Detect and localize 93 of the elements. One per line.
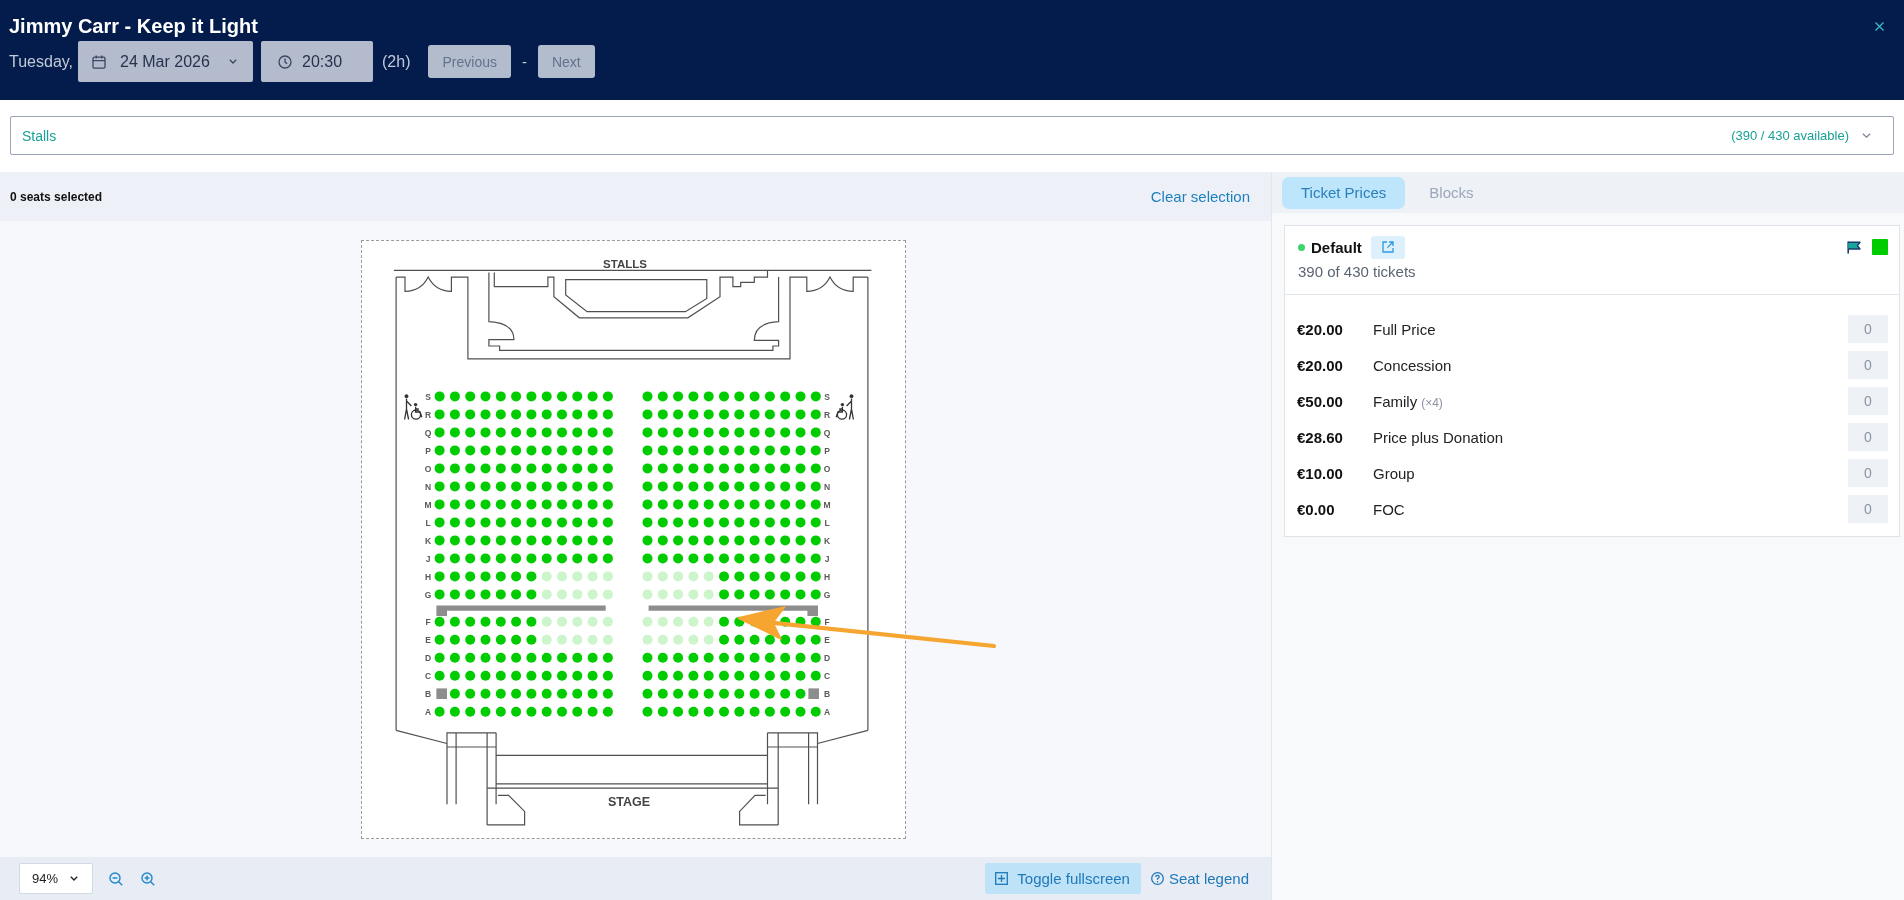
- row-label: G: [424, 589, 432, 600]
- price-amount: €20.00: [1297, 320, 1344, 338]
- quantity-field[interactable]: 0: [1848, 351, 1888, 379]
- tab[interactable]: Ticket Prices: [1282, 176, 1406, 209]
- row-label: R: [823, 409, 831, 420]
- price-multiplier: (×4): [1421, 395, 1443, 410]
- row-label: N: [424, 481, 432, 492]
- zoom-out-icon: [109, 871, 123, 886]
- row-label: B: [823, 688, 831, 699]
- row-label: K: [424, 535, 432, 546]
- quantity-field[interactable]: 0: [1848, 315, 1888, 343]
- price-amount: €20.00: [1297, 356, 1344, 374]
- row-label: F: [824, 616, 830, 627]
- row-label: Q: [823, 427, 831, 438]
- row-label: A: [823, 706, 831, 717]
- row-label: J: [425, 553, 431, 564]
- row-label: D: [424, 652, 432, 663]
- row-label: P: [824, 445, 830, 456]
- row-label: A: [424, 706, 432, 717]
- price-name: FOC: [1373, 500, 1405, 518]
- row-label: C: [424, 670, 432, 681]
- price-amount: €10.00: [1297, 464, 1344, 482]
- duration-label: (2h): [382, 52, 411, 71]
- row-label: S: [425, 391, 431, 402]
- help-icon: [1150, 872, 1164, 885]
- next-button[interactable]: Next: [537, 45, 595, 78]
- fullscreen-button[interactable]: Toggle fullscreen: [985, 863, 1141, 894]
- price-amount: €0.00: [1297, 500, 1336, 518]
- wheelchair-icon: [403, 393, 423, 420]
- price-name: Concession: [1373, 356, 1452, 374]
- row-label: R: [424, 409, 432, 420]
- close-button[interactable]: [1874, 20, 1885, 32]
- price-amount: €50.00: [1297, 392, 1344, 410]
- external-link-icon: [1381, 241, 1394, 253]
- open-link-button[interactable]: [1370, 235, 1405, 259]
- row-label: O: [424, 463, 432, 474]
- chevron-down-icon: [70, 876, 78, 881]
- quantity-field[interactable]: 0: [1848, 387, 1888, 415]
- zoom-in-button[interactable]: [140, 870, 156, 887]
- stage-label: STAGE: [607, 794, 651, 809]
- quantity-field[interactable]: 0: [1848, 423, 1888, 451]
- row-label: C: [823, 670, 831, 681]
- zoom-out-button[interactable]: [108, 870, 124, 887]
- chevron-down-icon: [229, 59, 238, 64]
- map-title: STALLS: [603, 257, 647, 269]
- row-label: H: [424, 571, 432, 582]
- zoom-select[interactable]: 94%: [19, 863, 93, 894]
- fullscreen-icon: [995, 872, 1009, 885]
- price-name: Group: [1373, 464, 1415, 482]
- row-label: G: [823, 589, 831, 600]
- time-picker[interactable]: 20:30: [261, 41, 374, 82]
- zoom-in-icon: [141, 871, 155, 886]
- chevron-down-icon: [1862, 133, 1871, 138]
- row-label: O: [823, 463, 831, 474]
- row-label: Q: [424, 427, 432, 438]
- wheelchair-icon: [835, 393, 855, 420]
- price-name: Full Price: [1373, 320, 1436, 338]
- close-icon: [1875, 21, 1884, 31]
- area-dropdown[interactable]: Stalls (390 / 430 available): [10, 116, 1894, 155]
- row-label: H: [823, 571, 831, 582]
- price-name: Price plus Donation: [1373, 428, 1504, 446]
- row-label: S: [824, 391, 830, 402]
- row-label: E: [425, 634, 431, 645]
- price-band-name: Default: [1311, 238, 1362, 256]
- row-label: K: [823, 535, 831, 546]
- row-label: N: [823, 481, 831, 492]
- separator-text: -: [521, 53, 527, 70]
- date-picker[interactable]: 24 Mar 2026: [78, 41, 254, 82]
- price-amount: €28.60: [1297, 428, 1344, 446]
- event-title: Jimmy Carr - Keep it Light: [9, 14, 258, 38]
- row-label: P: [425, 445, 431, 456]
- row-label: E: [824, 634, 830, 645]
- ticket-count: 390 of 430 tickets: [1298, 262, 1417, 282]
- row-label: M: [424, 499, 432, 510]
- row-label: L: [425, 517, 431, 528]
- selection-summary: 0 seats selected: [10, 189, 103, 204]
- clear-selection-link[interactable]: Clear selection: [1150, 188, 1250, 205]
- row-label: D: [823, 652, 831, 663]
- calendar-icon: [92, 54, 107, 69]
- weekday-label: Tuesday,: [9, 52, 74, 71]
- quantity-field[interactable]: 0: [1848, 495, 1888, 523]
- tab[interactable]: Blocks: [1410, 176, 1493, 209]
- previous-button[interactable]: Previous: [428, 45, 511, 78]
- clock-icon: [278, 54, 293, 69]
- row-label: J: [824, 553, 830, 564]
- flag-icon: [1847, 240, 1861, 254]
- seat-legend-button[interactable]: Seat legend: [1150, 870, 1249, 887]
- row-label: L: [824, 517, 830, 528]
- price-name: Family: [1373, 392, 1418, 410]
- row-label: F: [425, 616, 431, 627]
- row-label: B: [424, 688, 432, 699]
- row-label: M: [823, 499, 831, 510]
- quantity-field[interactable]: 0: [1848, 459, 1888, 487]
